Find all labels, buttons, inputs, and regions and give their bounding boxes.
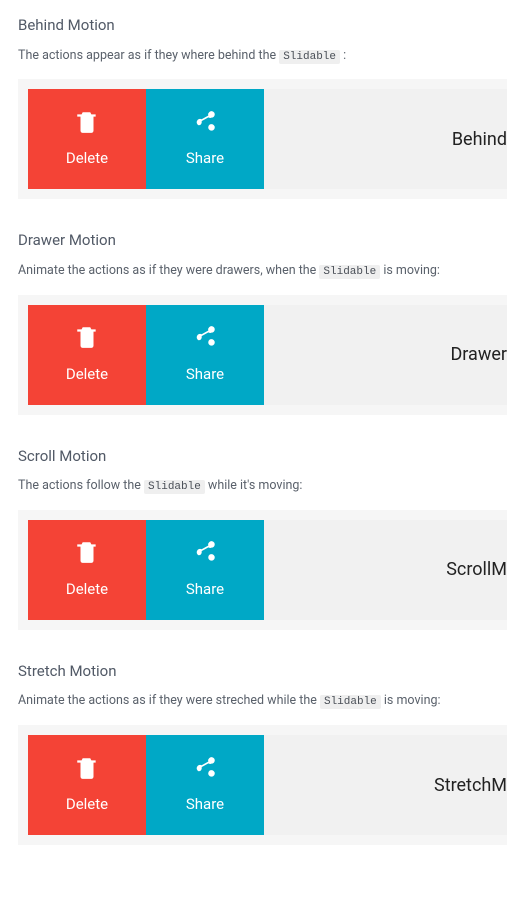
trash-icon bbox=[74, 755, 100, 788]
delete-label: Delete bbox=[66, 578, 108, 601]
desc-text-after: while it's moving: bbox=[205, 478, 303, 493]
slidable-content[interactable]: StretchM bbox=[264, 735, 507, 835]
section-scroll-motion: Scroll Motion The actions follow the Sli… bbox=[18, 445, 507, 630]
section-description: Animate the actions as if they were stre… bbox=[18, 692, 507, 711]
code-token: Slidable bbox=[320, 695, 381, 709]
section-heading: Drawer Motion bbox=[18, 229, 507, 252]
demo-frame: Delete Share StretchM bbox=[18, 725, 507, 845]
demo-frame: Delete Share Behind bbox=[18, 79, 507, 199]
desc-text-before: Animate the actions as if they were stre… bbox=[18, 693, 320, 708]
share-action[interactable]: Share bbox=[146, 89, 264, 189]
section-description: The actions appear as if they where behi… bbox=[18, 47, 507, 66]
section-drawer-motion: Drawer Motion Animate the actions as if … bbox=[18, 229, 507, 414]
section-stretch-motion: Stretch Motion Animate the actions as if… bbox=[18, 660, 507, 845]
desc-text-before: Animate the actions as if they were draw… bbox=[18, 263, 319, 278]
section-heading: Scroll Motion bbox=[18, 445, 507, 468]
slidable-content[interactable]: Behind bbox=[264, 89, 507, 189]
share-label: Share bbox=[186, 363, 224, 386]
share-icon bbox=[192, 324, 218, 357]
content-label: ScrollM bbox=[438, 556, 507, 583]
slidable-row[interactable]: Delete Share Behind bbox=[28, 89, 507, 189]
share-action[interactable]: Share bbox=[146, 305, 264, 405]
section-behind-motion: Behind Motion The actions appear as if t… bbox=[18, 14, 507, 199]
desc-text-before: The actions follow the bbox=[18, 478, 144, 493]
desc-text-after: is moving: bbox=[381, 693, 441, 708]
slidable-row[interactable]: Delete Share ScrollM bbox=[28, 520, 507, 620]
desc-text-after: : bbox=[340, 48, 346, 63]
content-label: Behind bbox=[444, 126, 507, 153]
section-heading: Stretch Motion bbox=[18, 660, 507, 683]
share-icon bbox=[192, 109, 218, 142]
share-label: Share bbox=[186, 793, 224, 816]
slidable-row[interactable]: Delete Share Drawer bbox=[28, 305, 507, 405]
content-label: Drawer bbox=[442, 341, 507, 368]
delete-label: Delete bbox=[66, 363, 108, 386]
desc-text-before: The actions appear as if they where behi… bbox=[18, 48, 279, 63]
code-token: Slidable bbox=[144, 480, 205, 494]
code-token: Slidable bbox=[319, 265, 380, 279]
share-action[interactable]: Share bbox=[146, 735, 264, 835]
delete-action[interactable]: Delete bbox=[28, 305, 146, 405]
slidable-content[interactable]: Drawer bbox=[264, 305, 507, 405]
trash-icon bbox=[74, 539, 100, 572]
share-icon bbox=[192, 755, 218, 788]
demo-frame: Delete Share Drawer bbox=[18, 295, 507, 415]
trash-icon bbox=[74, 324, 100, 357]
section-heading: Behind Motion bbox=[18, 14, 507, 37]
demo-frame: Delete Share ScrollM bbox=[18, 510, 507, 630]
delete-action[interactable]: Delete bbox=[28, 89, 146, 189]
share-action[interactable]: Share bbox=[146, 520, 264, 620]
content-label: StretchM bbox=[426, 772, 507, 799]
trash-icon bbox=[74, 109, 100, 142]
slidable-row[interactable]: Delete Share StretchM bbox=[28, 735, 507, 835]
share-icon bbox=[192, 539, 218, 572]
desc-text-after: is moving: bbox=[380, 263, 440, 278]
share-label: Share bbox=[186, 147, 224, 170]
delete-label: Delete bbox=[66, 147, 108, 170]
slidable-content[interactable]: ScrollM bbox=[264, 520, 507, 620]
section-description: The actions follow the Slidable while it… bbox=[18, 477, 507, 496]
section-description: Animate the actions as if they were draw… bbox=[18, 262, 507, 281]
delete-action[interactable]: Delete bbox=[28, 735, 146, 835]
page: Behind Motion The actions appear as if t… bbox=[0, 0, 525, 899]
delete-action[interactable]: Delete bbox=[28, 520, 146, 620]
code-token: Slidable bbox=[279, 50, 340, 64]
delete-label: Delete bbox=[66, 793, 108, 816]
share-label: Share bbox=[186, 578, 224, 601]
